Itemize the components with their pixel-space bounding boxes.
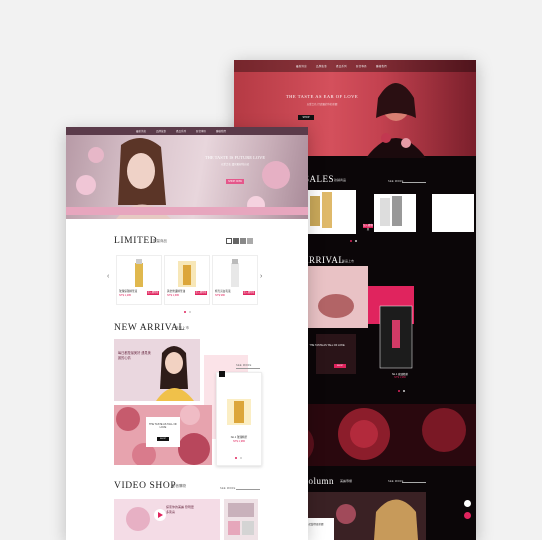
add-to-cart-button[interactable]: 加入購物車 — [147, 291, 159, 295]
light-page-mockup: THE TASTE IS FUTURE LOVE 以愛之名 遇見更好的自己 SH… — [66, 127, 308, 540]
sales-subtitle: 熱銷商品 — [334, 178, 347, 182]
sales-title: SALES — [304, 174, 335, 184]
carousel-dot[interactable] — [235, 457, 237, 459]
product-price: NT$ 1,280 — [119, 294, 132, 297]
carousel-dot[interactable] — [403, 390, 405, 392]
carousel-dot[interactable] — [398, 390, 400, 392]
carousel-dot[interactable] — [184, 311, 186, 313]
sales-add-to-cart-button[interactable]: 加入購物車 — [363, 224, 373, 231]
arrival-card-title: THE TASTE AS TALL OF LOVE — [309, 344, 345, 347]
limited-subtitle: 限量商品 — [153, 239, 167, 243]
new-arrival-shop-button[interactable]: SHOP — [157, 437, 169, 441]
nav-link[interactable]: 品牌故事 — [316, 64, 327, 68]
video-shop-subtitle: 影音購物 — [172, 484, 186, 488]
new-arrival-banner-image — [114, 339, 200, 401]
product-name: No.1 玫瑰精華 — [230, 436, 248, 439]
nav-link[interactable]: 品牌故事 — [156, 129, 166, 133]
hero-subtitle: 以愛之名 遇見更好的自己 — [220, 163, 250, 166]
filter-tab[interactable] — [233, 238, 239, 244]
arrival-product-price: NT$ 1,980 — [394, 376, 406, 379]
see-more-line — [402, 182, 426, 183]
arrival-subtitle: 新品上市 — [342, 259, 355, 263]
product-name: 黃金修護精華油 — [167, 290, 186, 293]
hero-shop-button[interactable]: SHOP NOW — [226, 179, 244, 184]
hero-model-image — [366, 83, 426, 158]
hero-title: THE TASTE IS FUTURE LOVE — [204, 155, 266, 160]
carousel-dot[interactable] — [240, 457, 242, 459]
product-price: NT$ 1,680 — [167, 294, 180, 297]
new-arrival-card-title: THE TASTE AS TALL OF LOVE — [149, 423, 177, 429]
new-arrival-info-card — [146, 417, 180, 447]
video-shop-see-more-link[interactable]: SEE MORE — [220, 487, 236, 490]
nav-link[interactable]: 最新消息 — [136, 129, 146, 133]
new-arrival-banner-text: 每日都是最美好 遇見美麗的心情 — [118, 351, 151, 360]
video-shop-title: VIDEO SHOP — [114, 481, 177, 491]
product-price: NT$ 1,980 — [232, 440, 246, 443]
carousel-dot[interactable] — [189, 311, 191, 313]
nav-link[interactable]: 聯絡我們 — [376, 64, 387, 68]
nav-link[interactable]: 產品系列 — [336, 64, 347, 68]
chat-button[interactable] — [464, 512, 471, 519]
video-thumbnail[interactable] — [224, 499, 258, 540]
limited-filter-tabs — [226, 238, 254, 244]
product-image — [231, 259, 239, 287]
nav-link[interactable]: 聯絡我們 — [216, 129, 226, 133]
product-image — [178, 261, 196, 287]
product-price: NT$ 980 — [215, 294, 225, 297]
filter-tab[interactable] — [247, 238, 253, 244]
video-banner-text: 探索你的美麗 發現更多驚喜 — [166, 505, 194, 514]
product-card[interactable]: 玫瑰保濕精華液 NT$ 1,280 加入購物車 — [116, 255, 162, 305]
arrival-shop-button[interactable]: SHOP — [334, 364, 346, 368]
product-image — [227, 399, 251, 425]
carousel-dot[interactable] — [350, 240, 352, 242]
product-name: 玫瑰保濕精華液 — [119, 290, 138, 293]
hero-shop-button[interactable]: SHOP — [298, 115, 314, 120]
dark-nav-bar — [234, 60, 476, 72]
nav-link[interactable]: 影音專區 — [196, 129, 206, 133]
hero-pink-band — [66, 207, 308, 215]
scroll-top-button[interactable] — [464, 500, 471, 507]
arrival-images — [306, 266, 414, 374]
carousel-dot[interactable] — [355, 240, 357, 242]
product-card[interactable]: 黃金修護精華油 NT$ 1,680 加入購物車 — [164, 255, 210, 305]
nav-link[interactable]: 最新消息 — [296, 64, 307, 68]
featured-product-card[interactable]: No.1 玫瑰精華 NT$ 1,980 — [216, 372, 262, 466]
add-to-cart-button[interactable]: 加入購物車 — [243, 291, 255, 295]
see-more-line — [236, 368, 260, 369]
card-tag-icon — [219, 371, 225, 377]
product-card[interactable]: 極光亮白乳液 NT$ 980 加入購物車 — [212, 255, 258, 305]
new-arrival-see-more-link[interactable]: SEE MORE — [236, 364, 252, 367]
product-name: 極光亮白乳液 — [215, 290, 231, 293]
hero-title: THE TASTE AS EAR OF LOVE — [285, 94, 359, 99]
light-nav-bar — [66, 127, 308, 135]
see-more-line — [402, 482, 426, 483]
product-image — [135, 259, 143, 287]
arrival-title: ARRIVAL — [302, 255, 345, 265]
nav-link[interactable]: 產品系列 — [176, 129, 186, 133]
carousel-next-arrow[interactable]: › — [260, 273, 262, 280]
carousel-prev-arrow[interactable]: ‹ — [107, 273, 109, 280]
limited-title: LIMITED — [114, 236, 158, 246]
add-to-cart-button[interactable]: 加入購物車 — [195, 291, 207, 295]
column-quote-text: 一起變得更美麗 — [306, 523, 324, 526]
new-arrival-subtitle: 新品上市 — [175, 326, 189, 330]
sales-carousel — [294, 190, 474, 234]
see-more-line — [236, 489, 260, 490]
hero-subtitle: 以愛之名 打造屬於你的美麗 — [306, 103, 338, 106]
nav-link[interactable]: 影音專區 — [356, 64, 367, 68]
column-subtitle: 美麗專欄 — [340, 479, 353, 483]
filter-tab[interactable] — [240, 238, 246, 244]
filter-tab[interactable] — [226, 238, 232, 244]
